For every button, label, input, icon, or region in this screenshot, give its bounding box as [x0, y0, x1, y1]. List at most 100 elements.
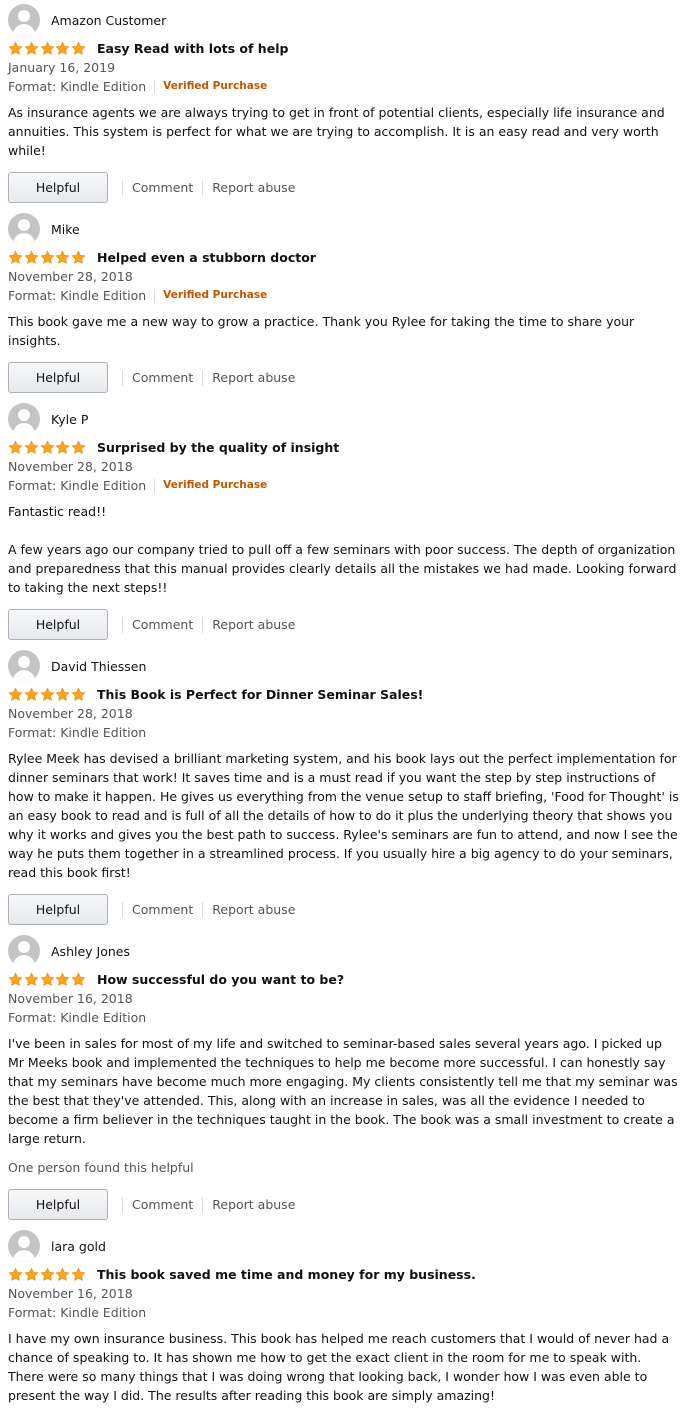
- review-format-row: Format: Kindle Edition Verified Purchase: [8, 286, 686, 305]
- review-date: November 16, 2018: [8, 1286, 133, 1301]
- reviewer-name[interactable]: Kyle P: [51, 412, 88, 427]
- reviewer-profile[interactable]: Kyle P: [8, 403, 686, 435]
- reviewer-profile[interactable]: David Thiessen: [8, 650, 686, 682]
- review-actions: Helpful Comment Report abuse: [8, 609, 686, 640]
- comment-link[interactable]: Comment: [132, 617, 193, 632]
- reviewer-profile[interactable]: Mike: [8, 213, 686, 245]
- format-link[interactable]: Format: Kindle Edition: [8, 723, 146, 742]
- star-icon: [71, 972, 86, 986]
- format-link[interactable]: Format: Kindle Edition: [8, 77, 146, 96]
- star-rating[interactable]: [8, 972, 87, 987]
- reviewer-name[interactable]: Amazon Customer: [51, 13, 166, 28]
- comment-link[interactable]: Comment: [132, 180, 193, 195]
- review-title-row: How successful do you want to be?: [8, 969, 686, 989]
- report-abuse-link[interactable]: Report abuse: [212, 180, 295, 195]
- star-icon: [24, 250, 39, 264]
- divider: [202, 616, 204, 633]
- review-paragraph: Fantastic read!!: [8, 504, 107, 519]
- review-date: November 28, 2018: [8, 459, 133, 474]
- report-abuse-link[interactable]: Report abuse: [212, 902, 295, 917]
- review-body: Fantastic read!! A few years ago our comp…: [8, 502, 686, 597]
- review-paragraph: I've been in sales for most of my life a…: [8, 1036, 678, 1146]
- helpful-button[interactable]: Helpful: [8, 609, 108, 640]
- star-rating[interactable]: [8, 1267, 87, 1282]
- report-abuse-link[interactable]: Report abuse: [212, 370, 295, 385]
- divider: [202, 179, 204, 196]
- helpful-button[interactable]: Helpful: [8, 362, 108, 393]
- review-title[interactable]: This book saved me time and money for my…: [97, 1267, 476, 1282]
- star-icon: [40, 41, 54, 55]
- review-title[interactable]: This Book is Perfect for Dinner Seminar …: [97, 687, 423, 702]
- comment-link[interactable]: Comment: [132, 1197, 193, 1212]
- star-rating[interactable]: [8, 41, 87, 56]
- review-date: November 28, 2018: [8, 706, 133, 721]
- helpful-count: One person found this helpful: [8, 1160, 194, 1175]
- star-icon: [71, 41, 86, 55]
- divider: [122, 1196, 123, 1213]
- helpful-button[interactable]: Helpful: [8, 894, 108, 925]
- review-format-row: Format: Kindle Edition: [8, 1303, 686, 1322]
- format-link[interactable]: Format: Kindle Edition: [8, 286, 146, 305]
- star-icon: [56, 972, 70, 986]
- reviewer-name[interactable]: lara gold: [51, 1239, 106, 1254]
- star-rating[interactable]: [8, 687, 87, 702]
- review-title[interactable]: How successful do you want to be?: [97, 972, 344, 987]
- format-link[interactable]: Format: Kindle Edition: [8, 1303, 146, 1322]
- star-icon: [8, 687, 23, 701]
- helpful-button[interactable]: Helpful: [8, 1189, 108, 1220]
- avatar[interactable]: [8, 403, 40, 435]
- review-title[interactable]: Helped even a stubborn doctor: [97, 250, 316, 265]
- reviewer-profile[interactable]: Amazon Customer: [8, 4, 686, 36]
- star-icon: [56, 1267, 70, 1281]
- reviewer-profile[interactable]: Ashley Jones: [8, 935, 686, 967]
- review-title-row: This Book is Perfect for Dinner Seminar …: [8, 684, 686, 704]
- review-title-row: This book saved me time and money for my…: [8, 1264, 686, 1284]
- format-link[interactable]: Format: Kindle Edition: [8, 476, 146, 495]
- comment-link[interactable]: Comment: [132, 902, 193, 917]
- report-abuse-link[interactable]: Report abuse: [212, 1197, 295, 1212]
- review-body: Rylee Meek has devised a brilliant marke…: [8, 749, 686, 882]
- star-icon: [24, 972, 39, 986]
- divider: [154, 288, 156, 303]
- reviewer-name[interactable]: David Thiessen: [51, 659, 146, 674]
- helpful-button[interactable]: Helpful: [8, 172, 108, 203]
- star-icon: [24, 440, 39, 454]
- star-rating[interactable]: [8, 440, 87, 455]
- review: Mike Helped even a stubborn doctor Novembe…: [8, 213, 686, 393]
- review-actions: Helpful Comment Report abuse: [8, 172, 686, 203]
- avatar[interactable]: [8, 650, 40, 682]
- divider: [202, 901, 204, 918]
- avatar[interactable]: [8, 1230, 40, 1262]
- review-paragraph: As insurance agents we are always trying…: [8, 105, 665, 158]
- star-icon: [71, 440, 86, 454]
- star-rating[interactable]: [8, 250, 87, 265]
- avatar[interactable]: [8, 213, 40, 245]
- star-icon: [8, 440, 23, 454]
- review-format-row: Format: Kindle Edition: [8, 723, 686, 742]
- star-icon: [56, 250, 70, 264]
- avatar[interactable]: [8, 4, 40, 36]
- comment-link[interactable]: Comment: [132, 370, 193, 385]
- divider: [202, 369, 204, 386]
- review-title[interactable]: Surprised by the quality of insight: [97, 440, 339, 455]
- review-actions: Helpful Comment Report abuse: [8, 1189, 686, 1220]
- avatar[interactable]: [8, 935, 40, 967]
- review-paragraph: Rylee Meek has devised a brilliant marke…: [8, 751, 679, 880]
- divider: [154, 79, 156, 94]
- review-title[interactable]: Easy Read with lots of help: [97, 41, 288, 56]
- star-icon: [71, 250, 86, 264]
- format-link[interactable]: Format: Kindle Edition: [8, 1008, 146, 1027]
- reviewer-name[interactable]: Mike: [51, 222, 80, 237]
- report-abuse-link[interactable]: Report abuse: [212, 617, 295, 632]
- review-body: As insurance agents we are always trying…: [8, 103, 686, 160]
- review: Ashley Jones How successful do you want t…: [8, 935, 686, 1220]
- verified-purchase-badge: Verified Purchase: [163, 289, 268, 301]
- divider: [202, 1196, 204, 1213]
- review-paragraph: A few years ago our company tried to pul…: [8, 542, 677, 595]
- reviewer-profile[interactable]: lara gold: [8, 1230, 686, 1262]
- reviewer-name[interactable]: Ashley Jones: [51, 944, 130, 959]
- star-icon: [56, 687, 70, 701]
- star-icon: [40, 1267, 54, 1281]
- review: lara gold This book saved me time and mon…: [8, 1230, 686, 1427]
- review-actions: Helpful Comment Report abuse: [8, 894, 686, 925]
